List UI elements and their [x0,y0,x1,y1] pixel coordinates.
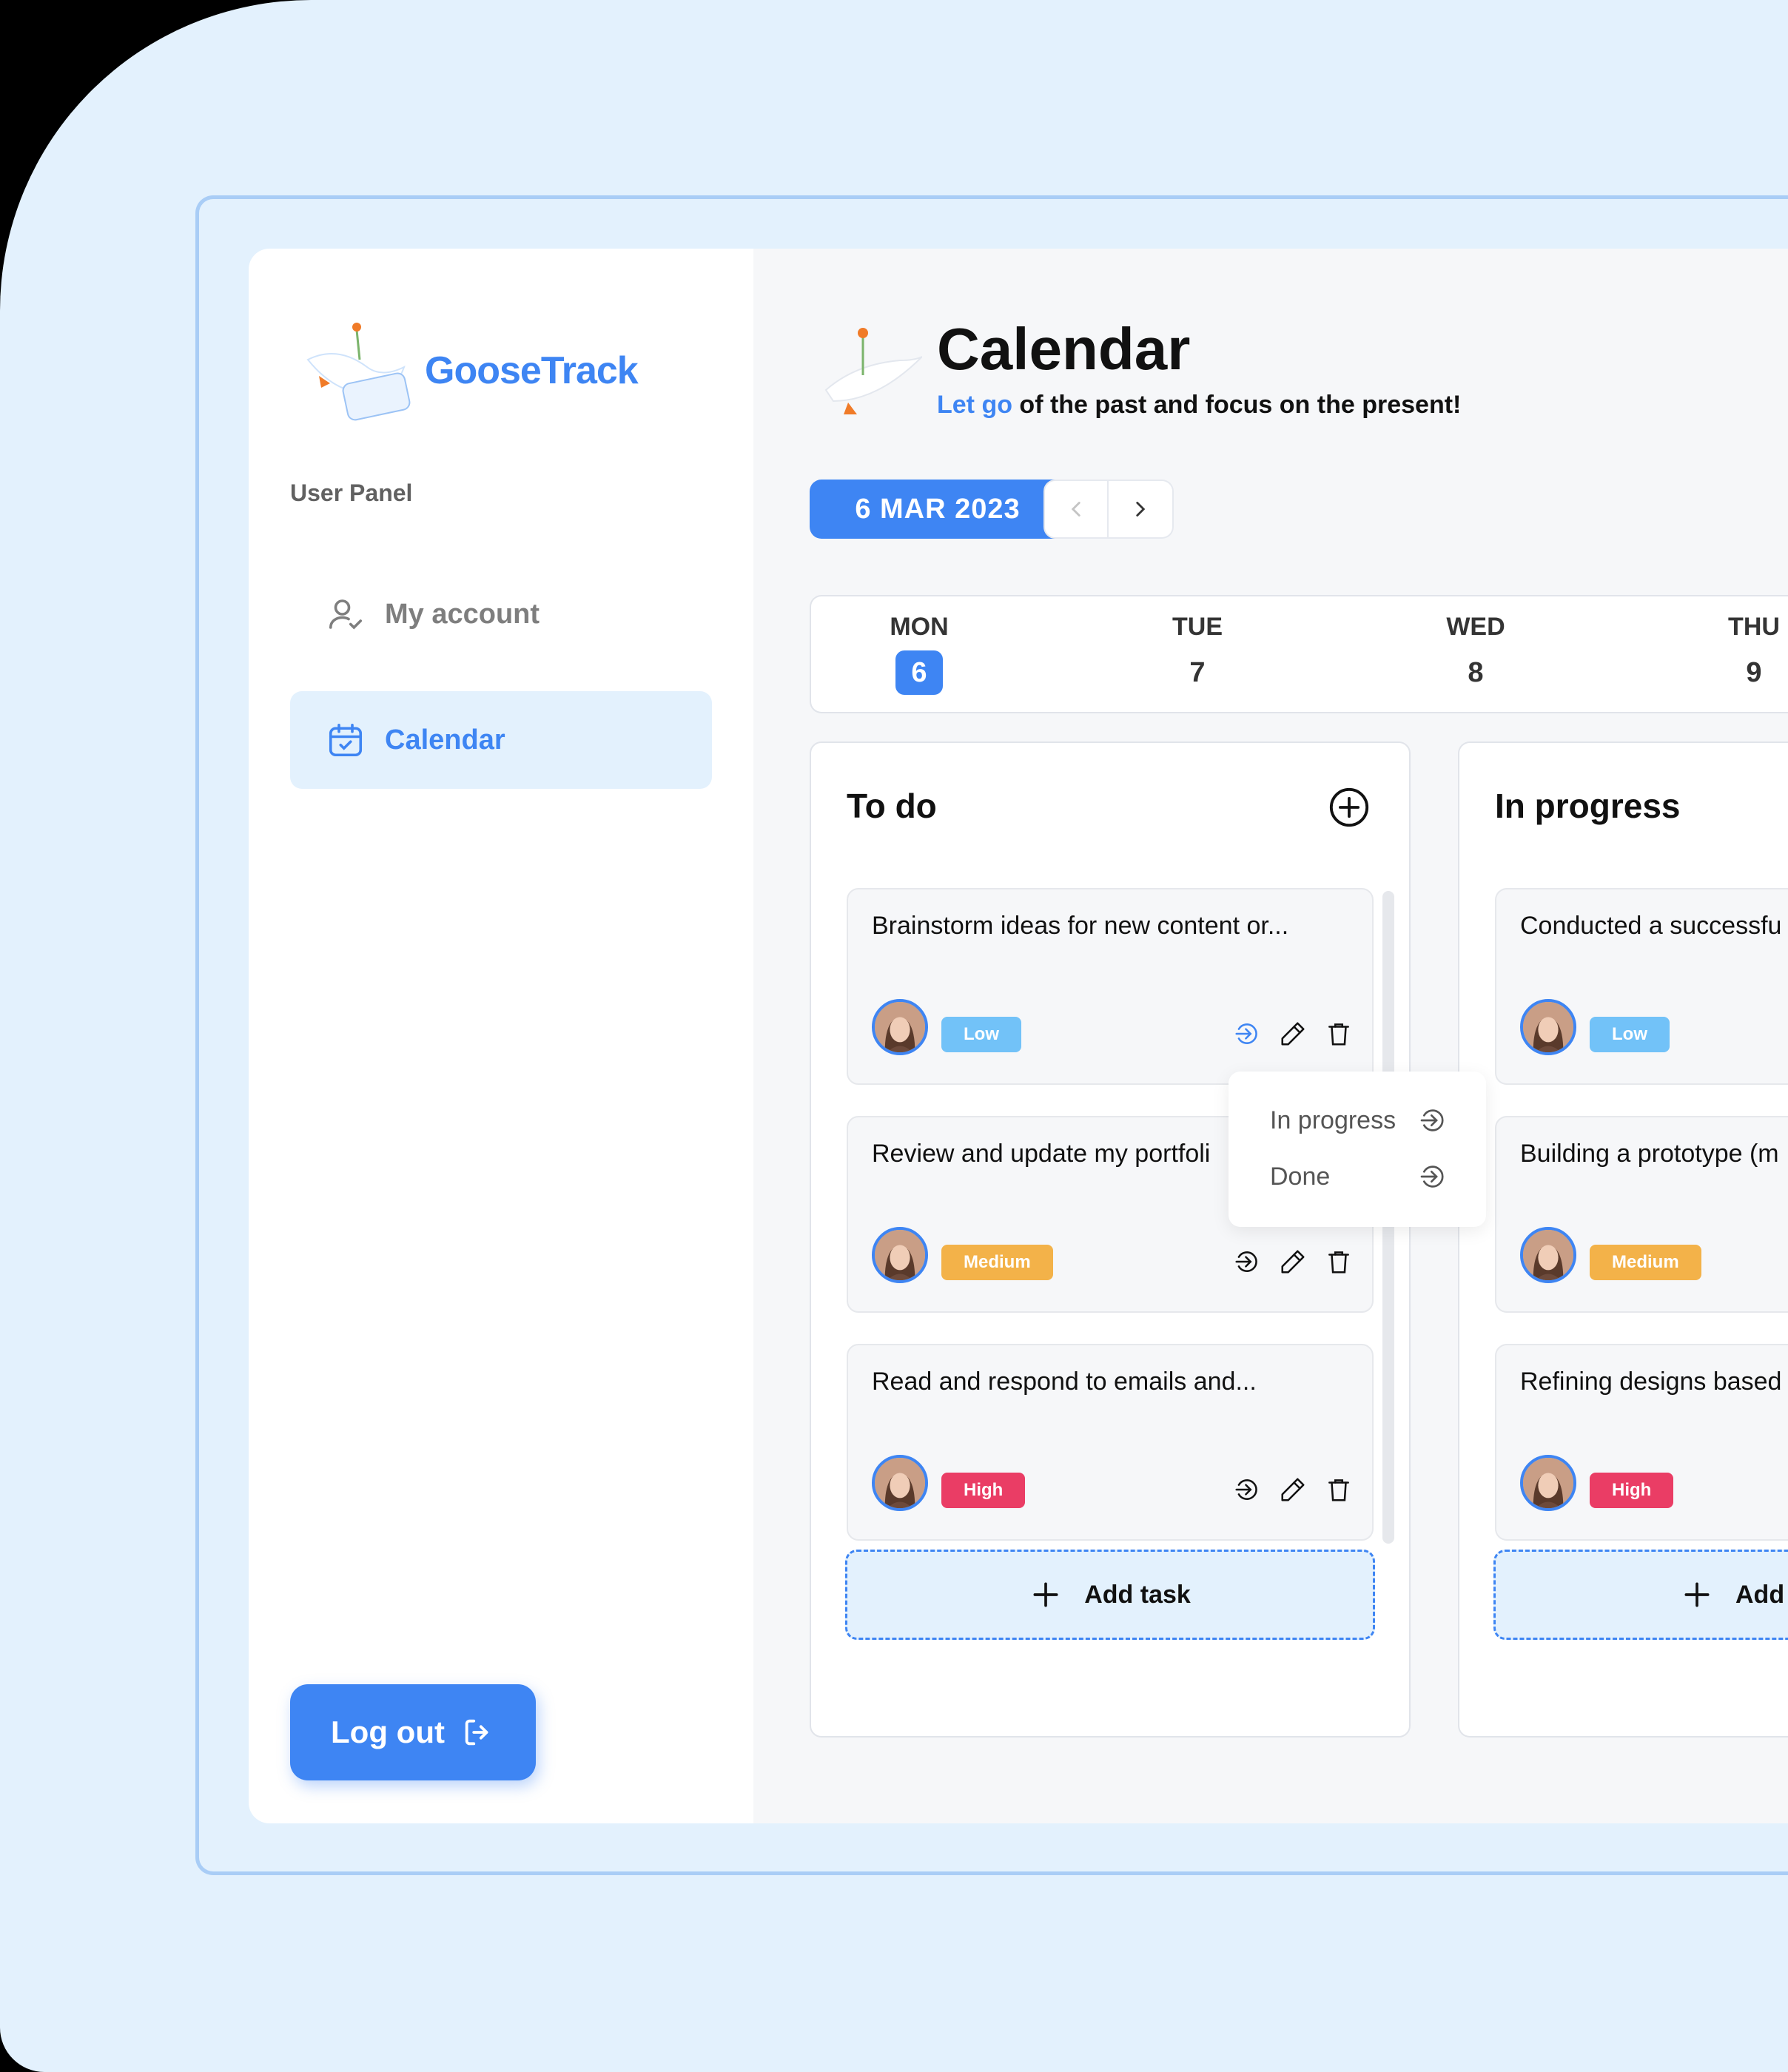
day-name: MON [890,613,949,641]
subtitle-accent: Let go [937,391,1012,419]
logo-text: GooseTrack [425,349,639,392]
task-title: Read and respond to emails and... [872,1368,1257,1396]
day-date: 9 [1746,656,1762,688]
add-task-label: Add task [1084,1580,1191,1609]
day-mon[interactable]: MON 6 [860,613,978,695]
task-title: Building a prototype (m [1520,1140,1779,1168]
trash-icon[interactable] [1325,1248,1353,1276]
priority-badge: High [1590,1473,1674,1508]
menu-item-done[interactable]: Done [1270,1162,1448,1191]
day-wed[interactable]: WED 8 [1416,613,1535,695]
goose-logo-icon [306,323,411,421]
task-card[interactable]: Brainstorm ideas for new content or... L… [847,888,1374,1085]
task-title: Review and update my portfoli [872,1140,1211,1168]
week-strip: MON 6 TUE 7 WED 8 THU 9 [810,595,1788,713]
move-arrow-icon [1420,1166,1444,1188]
column-todo: To do Brainstorm ideas for new content o… [810,741,1411,1738]
day-date: 7 [1189,656,1206,688]
day-name: WED [1446,613,1505,641]
task-card[interactable]: Read and respond to emails and... High [847,1344,1374,1541]
task-title: Refining designs based [1520,1368,1782,1396]
add-circle-icon[interactable] [1328,786,1371,829]
priority-badge: Low [941,1017,1021,1052]
add-task-label: Add [1735,1580,1785,1609]
page-title: Calendar [937,316,1191,382]
column-title: To do [847,787,937,825]
avatar [1520,999,1576,1055]
sidebar: GooseTrack User Panel My account Calenda… [249,249,753,1823]
sidebar-item-calendar[interactable]: Calendar [290,691,712,789]
avatar [872,1227,928,1283]
edit-pencil-icon[interactable] [1279,1020,1307,1048]
plus-icon [1684,1582,1710,1607]
edit-pencil-icon[interactable] [1279,1248,1307,1276]
calendar-check-icon [326,720,366,760]
priority-badge: High [941,1473,1026,1508]
subtitle-text: of the past and focus on the present! [1012,391,1462,419]
day-name: TUE [1172,613,1223,641]
move-task-menu: In progress Done [1229,1072,1486,1227]
sidebar-item-label: My account [385,598,540,630]
avatar [872,1455,928,1511]
prev-period-button[interactable] [1043,480,1109,539]
page-subtitle: Let go of the past and focus on the pres… [937,391,1461,420]
move-task-icon[interactable] [1233,1476,1261,1504]
user-check-icon [326,594,366,634]
priority-badge: Medium [1590,1245,1701,1280]
task-card[interactable]: Conducted a successfu Low [1495,888,1788,1085]
trash-icon[interactable] [1325,1020,1353,1048]
day-thu[interactable]: THU 9 [1695,613,1788,695]
avatar [1520,1227,1576,1283]
menu-item-label: In progress [1270,1106,1397,1134]
plus-icon [1033,1582,1058,1607]
move-arrow-icon [1420,1109,1444,1131]
day-name: THU [1728,613,1780,641]
move-task-icon[interactable] [1233,1020,1261,1048]
user-panel-label: User Panel [290,480,413,506]
menu-item-label: Done [1270,1162,1331,1191]
priority-badge: Low [1590,1017,1670,1052]
day-date: 6 [895,650,943,695]
task-card[interactable]: Refining designs based High [1495,1344,1788,1541]
trash-icon[interactable] [1325,1476,1353,1504]
add-task-button[interactable]: Add task [845,1550,1375,1640]
logo[interactable]: GooseTrack [293,315,639,426]
task-actions [1233,1248,1353,1276]
edit-pencil-icon[interactable] [1279,1476,1307,1504]
task-card[interactable]: Building a prototype (m Medium [1495,1116,1788,1313]
sidebar-item-label: Calendar [385,724,505,756]
logout-icon [465,1719,488,1746]
task-title: Brainstorm ideas for new content or... [872,912,1289,940]
column-title: In progress [1495,787,1681,825]
page-header [811,320,922,431]
logout-label: Log out [331,1715,445,1749]
avatar [1520,1455,1576,1511]
main-content: Calendar Let go of the past and focus on… [753,249,1788,1823]
chevron-right-icon [1136,502,1146,517]
day-tue[interactable]: TUE 7 [1138,613,1257,695]
day-date: 8 [1468,656,1484,688]
task-actions [1233,1020,1353,1048]
add-task-button[interactable]: Add [1493,1550,1788,1640]
logout-button[interactable]: Log out [290,1684,536,1780]
sidebar-item-my-account[interactable]: My account [290,565,712,663]
next-period-button[interactable] [1109,480,1174,539]
move-task-icon[interactable] [1233,1248,1261,1276]
menu-item-in-progress[interactable]: In progress [1270,1106,1448,1135]
current-date-button[interactable]: 6 MAR 2023 [810,480,1066,539]
task-title: Conducted a successfu [1520,912,1782,940]
avatar [872,999,928,1055]
chevron-left-icon [1071,502,1080,517]
priority-badge: Medium [941,1245,1053,1280]
task-actions [1233,1476,1353,1504]
column-in-progress: In progress Conducted a successfu Low Bu… [1458,741,1788,1738]
goose-mascot-icon [824,328,922,414]
